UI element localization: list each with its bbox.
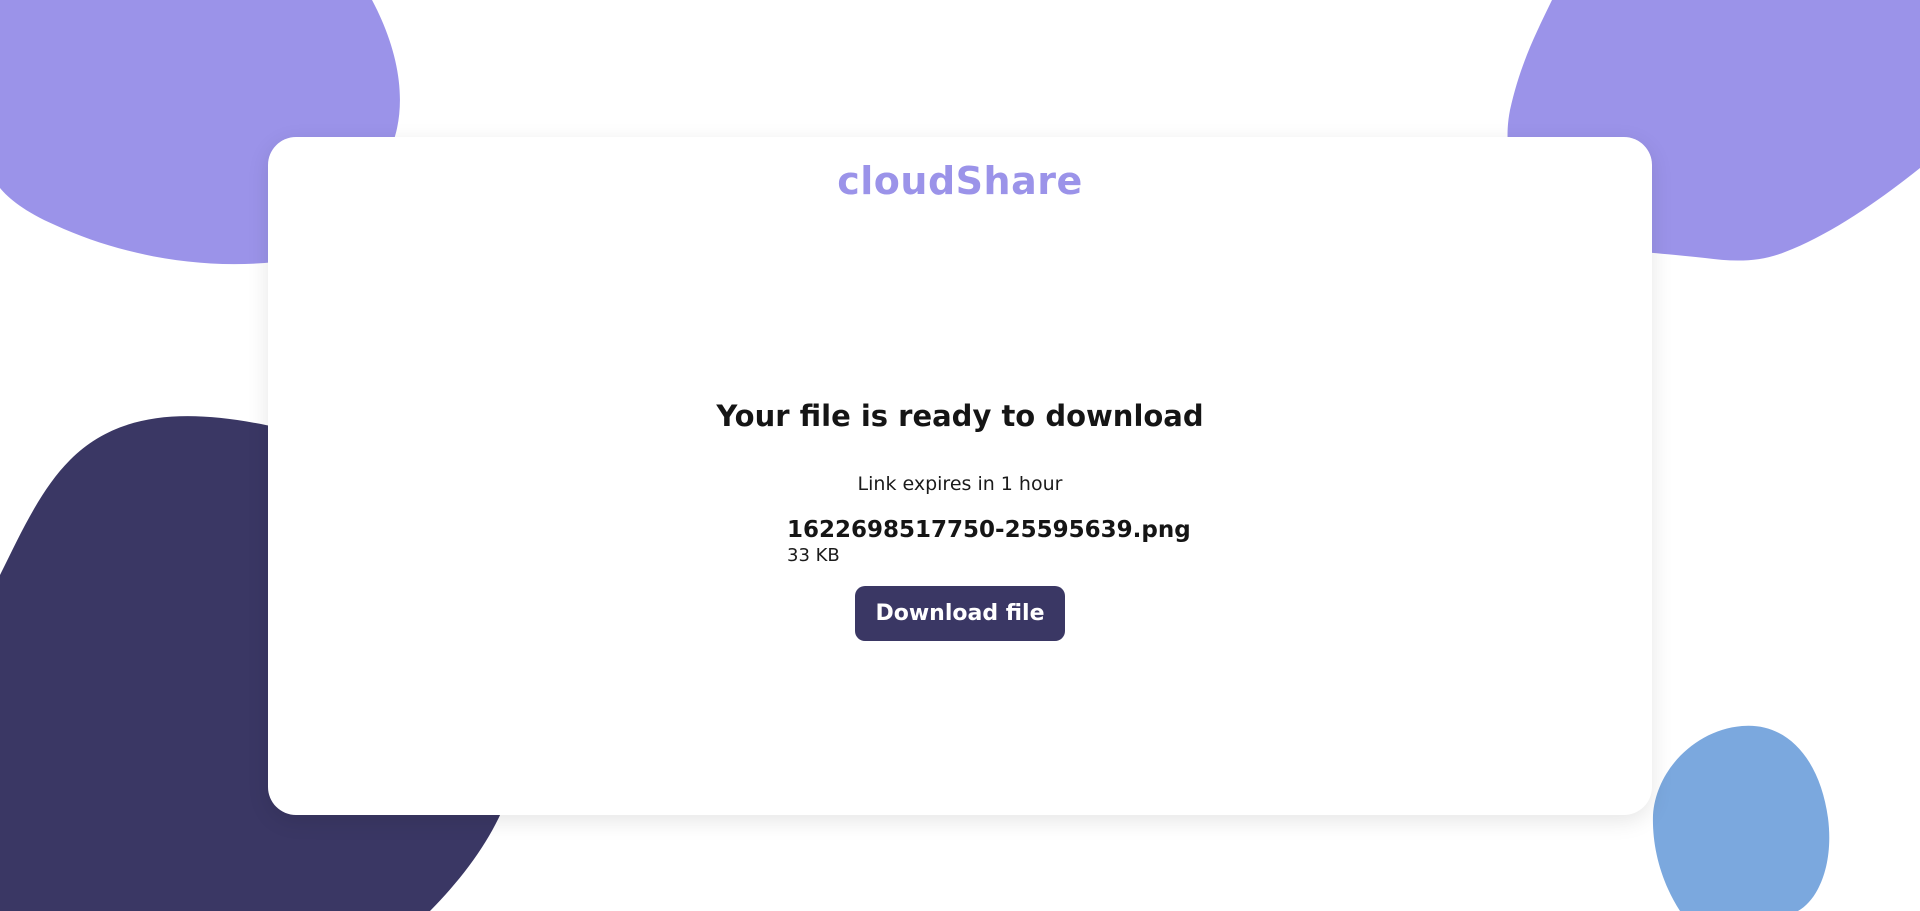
download-panel: Your file is ready to download Link expi… bbox=[268, 399, 1652, 641]
download-button[interactable]: Download file bbox=[855, 586, 1065, 641]
file-info: 1622698517750-25595639.png 33 KB bbox=[787, 517, 1191, 566]
brand-logo[interactable]: cloudShare bbox=[268, 159, 1652, 203]
file-name: 1622698517750-25595639.png bbox=[787, 517, 1191, 543]
page-title: Your file is ready to download bbox=[716, 399, 1204, 433]
expiry-text: Link expires in 1 hour bbox=[857, 473, 1063, 495]
page: cloudShare Your file is ready to downloa… bbox=[0, 0, 1920, 911]
file-size: 33 KB bbox=[787, 545, 840, 566]
download-card: cloudShare Your file is ready to downloa… bbox=[268, 137, 1652, 815]
bottom-right-blob bbox=[1652, 725, 1830, 911]
